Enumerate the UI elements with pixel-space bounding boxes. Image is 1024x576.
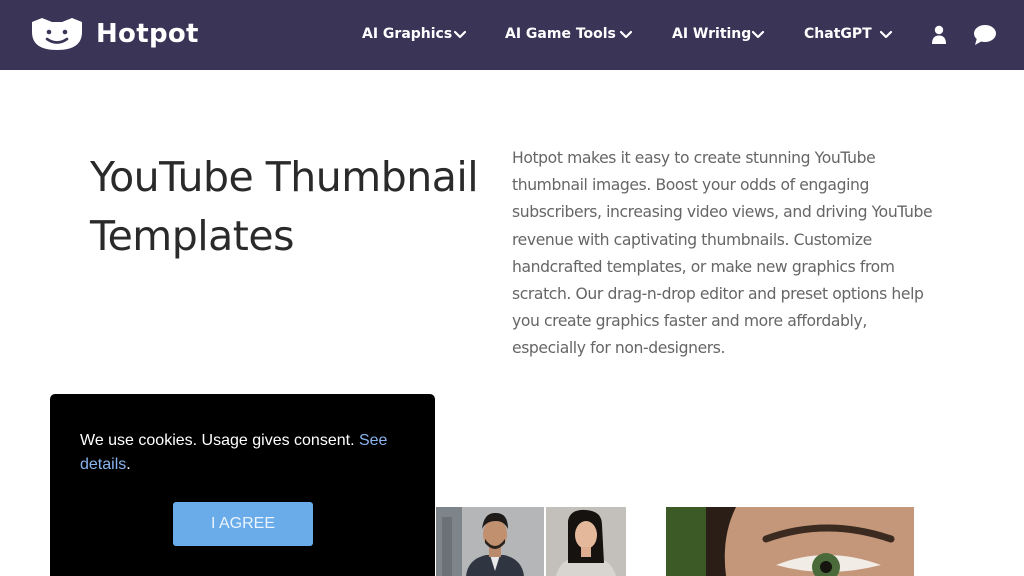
- chevron-down-icon: [879, 30, 893, 39]
- nav-chatgpt[interactable]: ChatGPT: [804, 24, 894, 48]
- user-icon[interactable]: [931, 24, 947, 46]
- page-description: Hotpot makes it easy to create stunning …: [512, 149, 933, 358]
- chevron-down-icon: [751, 30, 765, 39]
- template-thumbnail-image: [436, 507, 626, 576]
- cookie-message: We use cookies. Usage gives consent. See…: [80, 429, 410, 477]
- nav-item-label: ChatGPT: [804, 26, 872, 42]
- brand-logo[interactable]: Hotpot: [30, 16, 200, 54]
- hotpot-logo-icon: [32, 18, 82, 50]
- nav-ai-writing[interactable]: AI Writing: [672, 24, 768, 48]
- chat-bubble-icon[interactable]: [973, 24, 997, 46]
- template-thumbnail-image: [666, 507, 914, 576]
- template-thumbnail[interactable]: [666, 507, 914, 576]
- nav-ai-game-tools[interactable]: AI Game Tools: [505, 24, 635, 48]
- nav-item-label: AI Graphics: [362, 26, 453, 42]
- chevron-down-icon: [619, 30, 633, 39]
- page-title-line-2: Templates: [90, 212, 294, 260]
- nav-item-label: AI Writing: [672, 26, 752, 42]
- agree-button[interactable]: I AGREE: [173, 502, 313, 546]
- cookie-text: We use cookies. Usage gives consent.: [80, 432, 355, 449]
- page-title: YouTube Thumbnail Templates: [90, 148, 490, 266]
- cookie-trailing-period: .: [126, 456, 131, 473]
- chevron-down-icon: [453, 30, 467, 39]
- top-navbar: Hotpot AI Graphics AI Game Tools AI Writ…: [0, 0, 1024, 70]
- template-thumbnail[interactable]: [436, 507, 626, 576]
- nav-ai-graphics[interactable]: AI Graphics: [362, 24, 468, 48]
- page-title-line-1: YouTube Thumbnail: [90, 153, 479, 201]
- brand-name: Hotpot: [96, 19, 199, 49]
- nav-item-label: AI Game Tools: [505, 26, 616, 42]
- cookie-consent-banner: We use cookies. Usage gives consent. See…: [50, 394, 435, 576]
